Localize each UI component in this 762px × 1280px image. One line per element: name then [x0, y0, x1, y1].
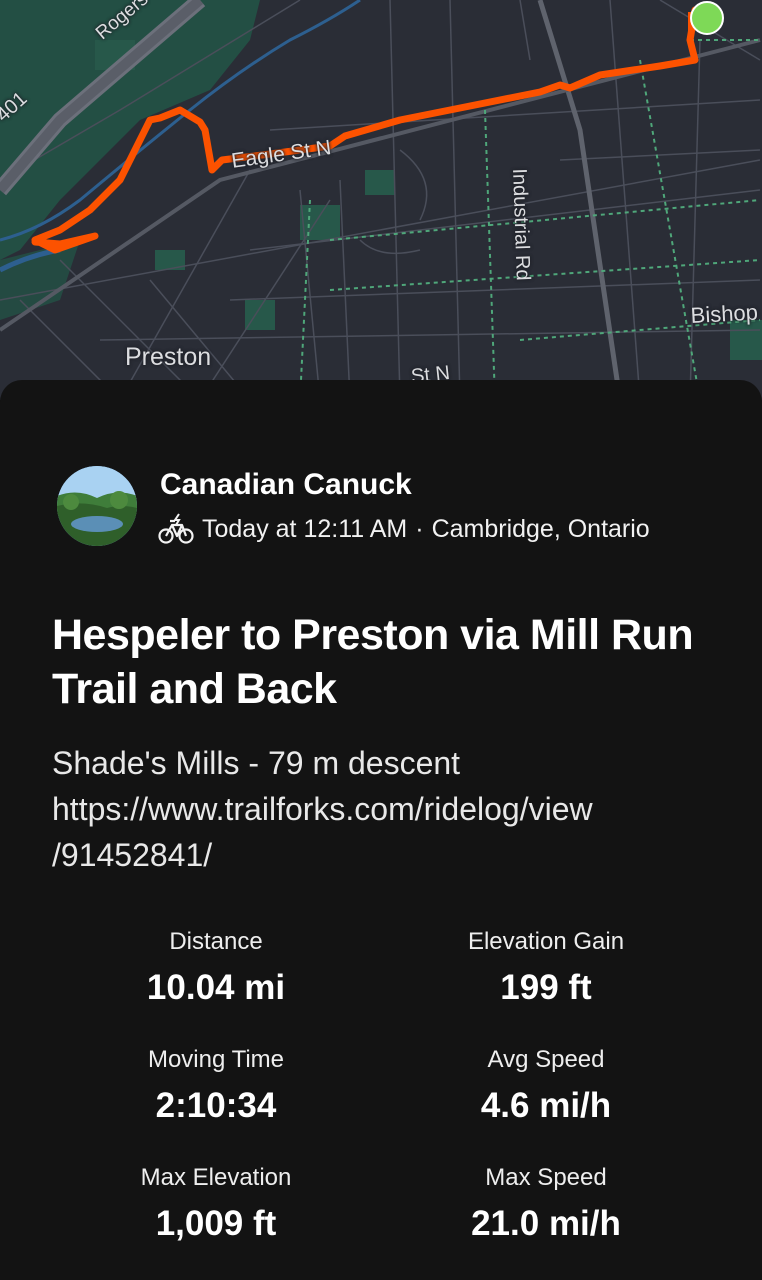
- stat-avg-speed: Avg Speed 4.6 mi/h: [381, 1044, 711, 1126]
- activity-timestamp: Today at 12:11 AM: [202, 514, 408, 543]
- activity-description: Shade's Mills - 79 m descent https://www…: [52, 740, 732, 878]
- athlete-name[interactable]: Canadian Canuck: [160, 468, 412, 502]
- stat-max-elevation: Max Elevation 1,009 ft: [51, 1162, 381, 1244]
- description-line: Shade's Mills - 79 m descent: [52, 745, 461, 781]
- stat-value: 199 ft: [500, 968, 592, 1007]
- activity-location: Cambridge, Ontario: [431, 514, 650, 543]
- stat-label: Max Speed: [485, 1164, 607, 1191]
- stat-label: Moving Time: [147, 1046, 285, 1073]
- description-link[interactable]: /91452841/: [52, 832, 732, 878]
- description-link[interactable]: https://www.trailforks.com/ridelog/view: [52, 786, 732, 832]
- ebike-icon: [158, 512, 194, 546]
- map-label-preston: Preston: [125, 343, 212, 371]
- activity-card: Canadian Canuck Today at 12:11 AM · Camb…: [0, 380, 762, 1280]
- park-area: [365, 170, 395, 195]
- park-area: [300, 205, 340, 240]
- avatar[interactable]: [57, 466, 137, 546]
- stat-label: Avg Speed: [487, 1046, 605, 1073]
- avatar-image: [57, 466, 137, 546]
- route-map[interactable]: Rogers Dr 401 Eagle St N Industrial Rd B…: [0, 0, 762, 400]
- map-label-industrial-rd: Industrial Rd: [508, 168, 534, 281]
- park-area: [245, 300, 275, 330]
- activity-title: Hespeler to Preston via Mill Run Trail a…: [52, 611, 694, 713]
- stat-label: Max Elevation: [140, 1164, 292, 1191]
- map-label-bishop: Bishop: [690, 299, 759, 328]
- stat-max-speed: Max Speed 21.0 mi/h: [381, 1162, 711, 1244]
- stat-value: 2:10:34: [155, 1086, 277, 1125]
- major-road: [537, 0, 623, 400]
- stat-value: 10.04 mi: [146, 968, 286, 1007]
- stat-value: 4.6 mi/h: [480, 1086, 612, 1125]
- stat-label: Elevation Gain: [467, 928, 625, 955]
- stat-distance: Distance 10.04 mi: [51, 926, 381, 1008]
- stat-elevation-gain: Elevation Gain 199 ft: [381, 926, 711, 1008]
- stat-moving-time: Moving Time 2:10:34: [51, 1044, 381, 1126]
- stat-value: 1,009 ft: [155, 1204, 277, 1243]
- map-canvas: [0, 0, 762, 400]
- meta-separator: ·: [415, 514, 424, 543]
- stat-value: 21.0 mi/h: [471, 1204, 621, 1243]
- activity-meta: Today at 12:11 AM · Cambridge, Ontario: [158, 512, 650, 546]
- start-marker: [690, 1, 724, 35]
- stat-label: Distance: [169, 928, 263, 955]
